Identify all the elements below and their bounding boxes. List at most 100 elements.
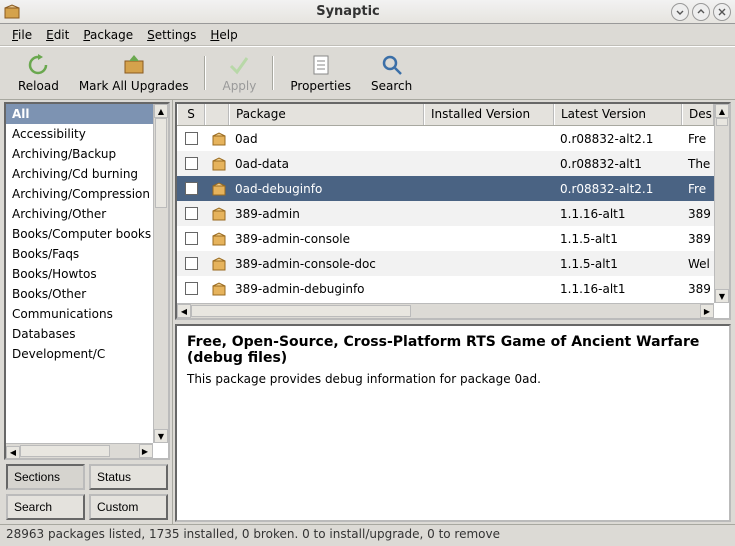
package-icon	[211, 231, 227, 247]
category-item[interactable]: Books/Computer books	[6, 224, 153, 244]
apply-icon	[227, 53, 251, 77]
scroll-up-icon[interactable]: ▲	[715, 104, 729, 118]
column-installed-version[interactable]: Installed Version	[424, 104, 554, 125]
column-latest-version[interactable]: Latest Version	[554, 104, 682, 125]
package-name: 389-admin-console	[229, 232, 424, 246]
scroll-thumb[interactable]	[716, 118, 728, 126]
scroll-up-icon[interactable]: ▲	[154, 104, 168, 118]
category-item[interactable]: Archiving/Other	[6, 204, 153, 224]
category-item[interactable]: Books/Faqs	[6, 244, 153, 264]
category-item[interactable]: Archiving/Backup	[6, 144, 153, 164]
menu-help[interactable]: Help	[204, 26, 243, 44]
category-item[interactable]: Archiving/Cd burning	[6, 164, 153, 184]
package-table[interactable]: S Package Installed Version Latest Versi…	[175, 102, 731, 320]
sections-button[interactable]: Sections	[6, 464, 85, 490]
package-icon	[211, 181, 227, 197]
table-row[interactable]: 0ad-debuginfo0.r08832-alt2.1Fre	[177, 176, 714, 201]
status-button[interactable]: Status	[89, 464, 168, 490]
category-item[interactable]: Archiving/Compression	[6, 184, 153, 204]
mark-all-upgrades-button[interactable]: Mark All Upgrades	[69, 49, 199, 97]
menubar: File Edit Package Settings Help	[0, 24, 735, 46]
menu-file[interactable]: File	[6, 26, 38, 44]
category-scrollbar-vertical[interactable]: ▲ ▼	[153, 104, 168, 443]
search-label: Search	[371, 79, 412, 93]
package-checkbox[interactable]	[185, 232, 198, 245]
package-checkbox[interactable]	[185, 257, 198, 270]
right-panel: S Package Installed Version Latest Versi…	[173, 100, 735, 524]
category-item[interactable]: Books/Howtos	[6, 264, 153, 284]
main-area: AllAccessibilityArchiving/BackupArchivin…	[0, 100, 735, 524]
table-scrollbar-vertical[interactable]: ▲ ▼	[714, 104, 729, 303]
scroll-thumb[interactable]	[20, 445, 110, 457]
scroll-down-icon[interactable]: ▼	[715, 289, 729, 303]
package-checkbox[interactable]	[185, 132, 198, 145]
custom-button[interactable]: Custom	[89, 494, 168, 520]
table-row[interactable]: 389-admin-console 1.1.5-alt1389	[177, 226, 714, 251]
package-checkbox[interactable]	[185, 282, 198, 295]
category-item[interactable]: Databases	[6, 324, 153, 344]
close-button[interactable]	[713, 3, 731, 21]
description-snippet: Fre	[682, 182, 714, 196]
table-row[interactable]: 389-admin-console-doc 1.1.5-alt1Wel	[177, 251, 714, 276]
description-snippet: Fre	[682, 132, 714, 146]
category-item[interactable]: All	[6, 104, 153, 124]
titlebar: Synaptic	[0, 0, 735, 24]
category-item[interactable]: Communications	[6, 304, 153, 324]
menu-package[interactable]: Package	[77, 26, 139, 44]
package-checkbox[interactable]	[185, 157, 198, 170]
package-name: 389-admin-console-doc	[229, 257, 424, 271]
description-snippet: Wel	[682, 257, 714, 271]
search-filter-button[interactable]: Search	[6, 494, 85, 520]
scroll-left-icon[interactable]: ◀	[177, 304, 191, 318]
table-scrollbar-horizontal[interactable]: ◀ ▶	[177, 303, 714, 318]
latest-version: 1.1.5-alt1	[554, 232, 682, 246]
reload-button[interactable]: Reload	[8, 49, 69, 97]
table-row[interactable]: 0ad-data0.r08832-alt1The	[177, 151, 714, 176]
column-package[interactable]: Package	[229, 104, 424, 125]
package-icon	[211, 206, 227, 222]
category-scrollbar-horizontal[interactable]: ◀ ▶	[6, 443, 153, 458]
package-name: 0ad-data	[229, 157, 424, 171]
minimize-button[interactable]	[671, 3, 689, 21]
table-row[interactable]: 389-admin1.1.16-alt1389	[177, 201, 714, 226]
package-name: 0ad	[229, 132, 424, 146]
category-item[interactable]: Books/Other	[6, 284, 153, 304]
package-icon	[211, 281, 227, 297]
scroll-down-icon[interactable]: ▼	[154, 429, 168, 443]
package-checkbox[interactable]	[185, 182, 198, 195]
package-icon	[211, 156, 227, 172]
column-description[interactable]: Des	[682, 104, 714, 125]
mark-all-label: Mark All Upgrades	[79, 79, 189, 93]
column-icon[interactable]	[205, 104, 229, 125]
menu-edit[interactable]: Edit	[40, 26, 75, 44]
scroll-thumb[interactable]	[191, 305, 411, 317]
latest-version: 0.r08832-alt2.1	[554, 182, 682, 196]
latest-version: 1.1.16-alt1	[554, 207, 682, 221]
description-snippet: 389	[682, 232, 714, 246]
column-status[interactable]: S	[177, 104, 205, 125]
category-item[interactable]: Development/C	[6, 344, 153, 364]
description-panel: Free, Open-Source, Cross-Platform RTS Ga…	[175, 324, 731, 522]
table-row[interactable]: 389-admin-debuginfo1.1.16-alt1389	[177, 276, 714, 301]
reload-icon	[26, 53, 50, 77]
scroll-thumb[interactable]	[155, 118, 167, 208]
search-button[interactable]: Search	[361, 49, 422, 97]
description-snippet: The	[682, 157, 714, 171]
apply-button: Apply	[212, 49, 266, 97]
scroll-right-icon[interactable]: ▶	[700, 304, 714, 318]
latest-version: 1.1.5-alt1	[554, 257, 682, 271]
filter-buttons: Sections Status Search Custom	[4, 460, 170, 522]
maximize-button[interactable]	[692, 3, 710, 21]
upgrade-icon	[122, 53, 146, 77]
properties-label: Properties	[290, 79, 351, 93]
category-item[interactable]: Accessibility	[6, 124, 153, 144]
scroll-right-icon[interactable]: ▶	[139, 444, 153, 458]
menu-settings[interactable]: Settings	[141, 26, 202, 44]
category-list[interactable]: AllAccessibilityArchiving/BackupArchivin…	[4, 102, 170, 460]
table-row[interactable]: 0ad0.r08832-alt2.1Fre	[177, 126, 714, 151]
separator	[266, 56, 280, 90]
package-checkbox[interactable]	[185, 207, 198, 220]
properties-button[interactable]: Properties	[280, 49, 361, 97]
scroll-left-icon[interactable]: ◀	[6, 446, 20, 460]
toolbar: Reload Mark All Upgrades Apply Propertie…	[0, 46, 735, 100]
